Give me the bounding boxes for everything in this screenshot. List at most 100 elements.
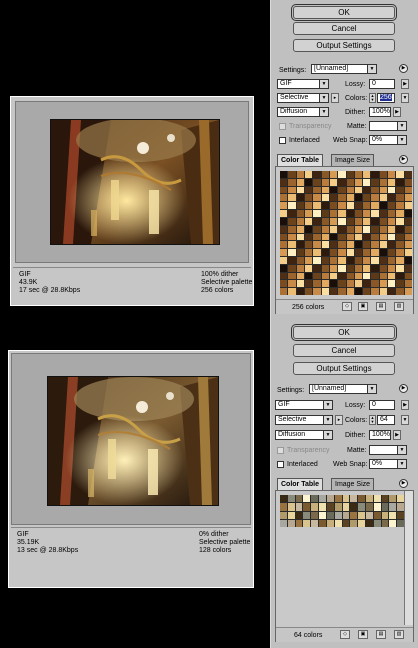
color-swatch[interactable] xyxy=(396,225,404,233)
color-swatch[interactable] xyxy=(346,210,354,217)
color-swatch[interactable] xyxy=(321,186,329,194)
color-swatch[interactable] xyxy=(338,171,346,178)
color-swatch[interactable] xyxy=(363,280,371,288)
color-swatch[interactable] xyxy=(381,495,389,503)
color-swatch[interactable] xyxy=(321,171,329,178)
chevron-right-icon[interactable]: ▶ xyxy=(401,79,409,89)
color-swatch[interactable] xyxy=(379,194,388,202)
color-swatch[interactable] xyxy=(295,519,303,527)
color-swatch[interactable] xyxy=(334,495,342,503)
settings-select[interactable]: [Unnamed] ▼ xyxy=(311,64,377,74)
color-swatch[interactable] xyxy=(363,233,371,241)
reduction-select[interactable]: Selective ▼ xyxy=(275,415,333,425)
color-swatch[interactable] xyxy=(304,194,313,202)
color-swatch[interactable] xyxy=(287,495,295,503)
color-swatch[interactable] xyxy=(313,178,321,186)
color-swatch[interactable] xyxy=(350,511,358,519)
color-swatch[interactable] xyxy=(288,171,296,178)
color-swatch[interactable] xyxy=(280,217,288,225)
color-swatch[interactable] xyxy=(321,241,329,249)
color-swatch[interactable] xyxy=(396,178,404,186)
color-swatch[interactable] xyxy=(296,186,304,194)
color-swatch[interactable] xyxy=(371,171,379,178)
color-swatch[interactable] xyxy=(280,503,287,511)
color-swatch[interactable] xyxy=(280,202,288,210)
color-swatch[interactable] xyxy=(388,186,396,194)
color-swatch[interactable] xyxy=(342,495,350,503)
dither-field[interactable]: 100% xyxy=(369,107,391,117)
color-swatch[interactable] xyxy=(396,280,404,288)
color-swatch[interactable] xyxy=(319,519,326,527)
color-swatch[interactable] xyxy=(329,194,338,202)
color-swatch[interactable] xyxy=(388,249,396,256)
color-swatch[interactable] xyxy=(354,210,363,217)
color-swatch[interactable] xyxy=(321,256,329,264)
color-swatch[interactable] xyxy=(319,503,326,511)
color-swatch[interactable] xyxy=(321,217,329,225)
tab-image-size[interactable]: Image Size xyxy=(331,478,375,490)
color-swatch[interactable] xyxy=(304,171,313,178)
color-swatch[interactable] xyxy=(338,233,346,241)
color-swatch[interactable] xyxy=(326,519,334,527)
color-swatch[interactable] xyxy=(296,272,304,280)
color-swatch[interactable] xyxy=(379,249,388,256)
color-swatch[interactable] xyxy=(371,194,379,202)
color-swatch[interactable] xyxy=(346,249,354,256)
color-swatch[interactable] xyxy=(381,503,389,511)
color-swatch[interactable] xyxy=(280,210,288,217)
color-swatch[interactable] xyxy=(379,225,388,233)
color-swatch[interactable] xyxy=(388,256,396,264)
output-settings-button[interactable]: Output Settings xyxy=(293,362,395,375)
color-swatch[interactable] xyxy=(313,288,321,295)
color-swatch[interactable] xyxy=(373,495,381,503)
color-swatch[interactable] xyxy=(338,225,346,233)
color-swatch[interactable] xyxy=(287,503,295,511)
color-swatch[interactable] xyxy=(346,280,354,288)
color-swatch[interactable] xyxy=(404,233,412,241)
color-swatch[interactable] xyxy=(346,171,354,178)
color-swatch[interactable] xyxy=(321,202,329,210)
color-swatch-grid[interactable] xyxy=(280,495,404,527)
color-swatch[interactable] xyxy=(304,256,313,264)
color-swatch[interactable] xyxy=(379,272,388,280)
color-swatch[interactable] xyxy=(365,503,373,511)
color-swatch[interactable] xyxy=(296,233,304,241)
color-swatch[interactable] xyxy=(304,233,313,241)
color-swatch[interactable] xyxy=(296,225,304,233)
color-swatch[interactable] xyxy=(280,194,288,202)
color-swatch[interactable] xyxy=(354,225,363,233)
chevron-right-icon[interactable]: ▶ xyxy=(393,107,401,117)
color-swatch[interactable] xyxy=(379,178,388,186)
colors-field[interactable]: 256 xyxy=(377,93,395,103)
color-table-scrollbar[interactable] xyxy=(404,491,413,625)
color-swatch[interactable] xyxy=(388,171,396,178)
color-swatch[interactable] xyxy=(396,210,404,217)
color-swatch[interactable] xyxy=(338,210,346,217)
color-swatch[interactable] xyxy=(388,217,396,225)
color-swatch[interactable] xyxy=(350,519,358,527)
color-swatch[interactable] xyxy=(338,256,346,264)
color-swatch[interactable] xyxy=(288,264,296,272)
up-down-arrows-icon[interactable]: ▲ ▼ xyxy=(369,93,376,103)
color-swatch[interactable] xyxy=(354,233,363,241)
color-swatch[interactable] xyxy=(313,194,321,202)
color-swatch[interactable] xyxy=(304,272,313,280)
color-swatch[interactable] xyxy=(329,249,338,256)
color-swatch[interactable] xyxy=(288,280,296,288)
color-swatch[interactable] xyxy=(363,178,371,186)
color-swatch[interactable] xyxy=(388,178,396,186)
color-swatch[interactable] xyxy=(371,202,379,210)
color-swatch[interactable] xyxy=(329,210,338,217)
web-snap-select[interactable]: 0% ▼ xyxy=(369,135,407,145)
color-swatch[interactable] xyxy=(288,217,296,225)
color-swatch[interactable] xyxy=(304,217,313,225)
trash-icon[interactable]: ▥ xyxy=(394,302,404,311)
color-swatch[interactable] xyxy=(311,495,319,503)
color-swatch[interactable] xyxy=(396,171,404,178)
color-swatch[interactable] xyxy=(396,202,404,210)
color-swatch[interactable] xyxy=(329,233,338,241)
tab-color-table[interactable]: Color Table xyxy=(277,154,323,166)
lossy-field[interactable]: 0 xyxy=(369,400,395,410)
color-swatch[interactable] xyxy=(396,249,404,256)
color-swatch[interactable] xyxy=(329,272,338,280)
